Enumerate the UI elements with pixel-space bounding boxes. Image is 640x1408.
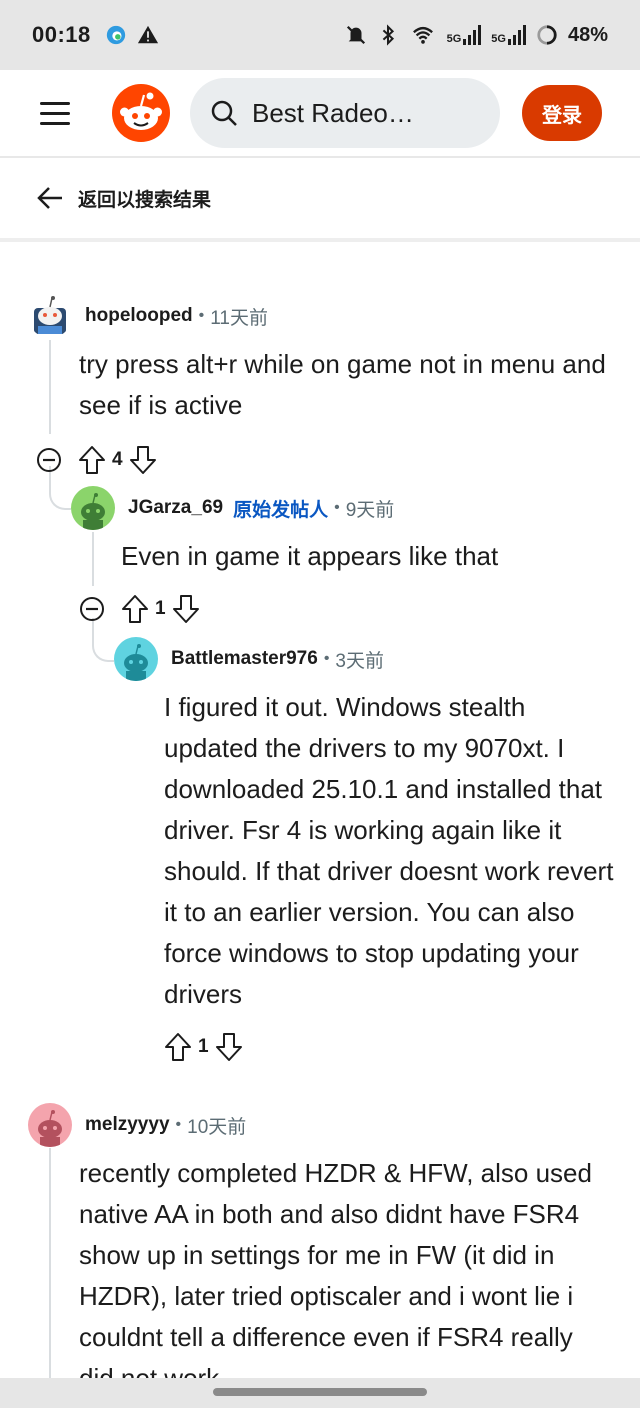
arrow-left-icon bbox=[37, 187, 62, 209]
upvote-icon[interactable] bbox=[121, 594, 149, 624]
menu-icon[interactable] bbox=[40, 95, 76, 131]
app-header: Best Radeo… 登录 bbox=[0, 70, 640, 158]
comment: melzyyyy • 10天前 recently completed HZDR … bbox=[28, 1103, 618, 1378]
collapse-icon[interactable] bbox=[36, 447, 62, 473]
comment: hopelooped • 11天前 try press alt+r while … bbox=[28, 294, 618, 480]
search-bar[interactable]: Best Radeo… bbox=[190, 78, 500, 148]
downvote-icon[interactable] bbox=[215, 1032, 243, 1062]
collapse-icon[interactable] bbox=[79, 596, 105, 622]
signal-5g-icon: 5G bbox=[447, 25, 482, 45]
downvote-icon[interactable] bbox=[129, 445, 157, 475]
comment-age: 10天前 bbox=[187, 1116, 247, 1138]
reddit-logo-icon[interactable] bbox=[112, 84, 170, 142]
avatar[interactable] bbox=[114, 637, 158, 681]
status-bar: 00:18 5G 5G 48% bbox=[0, 0, 640, 70]
downvote-icon[interactable] bbox=[172, 594, 200, 624]
edge-icon bbox=[106, 25, 125, 45]
signal-5g-icon-2: 5G bbox=[491, 25, 526, 45]
comment-body: try press alt+r while on game not in men… bbox=[79, 349, 606, 420]
op-badge: 原始发帖人 bbox=[233, 499, 329, 521]
home-indicator[interactable] bbox=[213, 1388, 427, 1396]
login-button[interactable]: 登录 bbox=[522, 85, 602, 141]
comment-body: recently completed HZDR & HFW, also used… bbox=[79, 1158, 592, 1378]
wifi-icon bbox=[412, 26, 433, 44]
comment-body: I figured it out. Windows stealth update… bbox=[164, 692, 614, 1009]
comment-age: 3天前 bbox=[335, 650, 384, 672]
avatar[interactable] bbox=[28, 1103, 72, 1147]
back-label: 返回以搜索结果 bbox=[78, 189, 212, 211]
warning-icon bbox=[137, 25, 158, 44]
battery-icon bbox=[537, 25, 557, 45]
comment-age: 9天前 bbox=[345, 499, 395, 521]
comment-author[interactable]: Battlemaster976 bbox=[171, 648, 318, 670]
vote-count: 1 bbox=[155, 598, 166, 619]
comment: JGarza_69 原始发帖人 • 9天前 Even in game it ap… bbox=[71, 486, 618, 629]
status-time: 00:18 bbox=[32, 22, 91, 47]
bluetooth-icon bbox=[382, 24, 394, 46]
comment-age: 11天前 bbox=[210, 307, 268, 329]
comment-author[interactable]: JGarza_69 bbox=[128, 497, 223, 519]
upvote-icon[interactable] bbox=[164, 1032, 192, 1062]
vote-count: 4 bbox=[112, 449, 123, 470]
avatar[interactable] bbox=[71, 486, 115, 530]
search-icon bbox=[211, 100, 237, 126]
back-to-results[interactable]: 返回以搜索结果 bbox=[0, 158, 640, 242]
avatar[interactable] bbox=[28, 294, 72, 338]
upvote-icon[interactable] bbox=[78, 445, 106, 475]
navigation-gesture-bar bbox=[0, 1378, 640, 1408]
vote-count: 1 bbox=[198, 1036, 209, 1057]
search-query: Best Radeo… bbox=[252, 97, 414, 128]
battery-percent: 48% bbox=[567, 23, 608, 46]
comment-author[interactable]: melzyyyy bbox=[85, 1114, 170, 1136]
comment: Battlemaster976 • 3天前 I figured it out. … bbox=[114, 637, 620, 1067]
mute-icon bbox=[346, 25, 365, 45]
comment-author[interactable]: hopelooped bbox=[85, 305, 193, 327]
comment-body: Even in game it appears like that bbox=[121, 541, 499, 571]
